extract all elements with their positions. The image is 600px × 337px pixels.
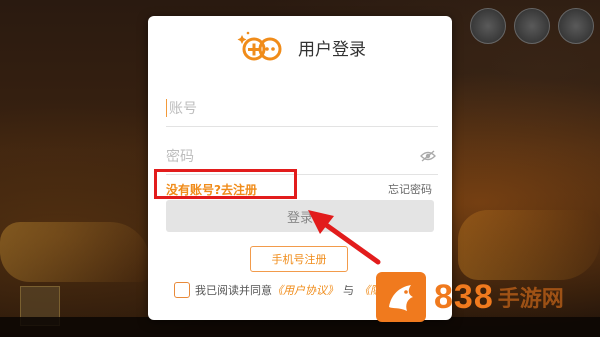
eye-hidden-icon[interactable] — [420, 150, 436, 162]
user-agreement-link[interactable]: 《用户协议》 — [272, 282, 338, 298]
background-icon — [558, 8, 594, 44]
password-input[interactable] — [166, 142, 406, 172]
text-caret — [166, 99, 167, 117]
agreement-conjunction: 与 — [343, 284, 354, 297]
watermark-number: 838 — [434, 277, 494, 316]
login-button-label: 登录 — [286, 210, 313, 226]
forgot-password-link[interactable]: 忘记密码 — [388, 181, 432, 197]
background-icon — [514, 8, 550, 44]
watermark-text: 手游网 — [497, 287, 564, 312]
phone-register-button[interactable]: 手机号注册 — [250, 246, 348, 272]
phone-register-label: 手机号注册 — [271, 253, 327, 266]
login-button[interactable]: 登录 — [166, 200, 434, 232]
dialog-header: 用户登录 — [148, 16, 452, 78]
gamepad-icon — [237, 31, 282, 61]
highlight-box — [154, 169, 297, 199]
agreement-row: 我已阅读并同意 《用户协议》 与 《隐 — [174, 281, 381, 299]
background-top-icons — [470, 8, 594, 44]
account-input[interactable] — [166, 94, 409, 124]
checkbox-unchecked-icon[interactable] — [174, 282, 190, 298]
background-icon — [470, 8, 506, 44]
site-watermark: 838 手游网 — [376, 270, 564, 324]
agreement-text: 我已阅读并同意 — [195, 284, 272, 297]
dialog-title: 用户登录 — [298, 39, 366, 60]
qilin-logo-icon — [376, 272, 426, 322]
account-field[interactable] — [166, 92, 438, 127]
background-calligraphy-art — [0, 222, 150, 282]
